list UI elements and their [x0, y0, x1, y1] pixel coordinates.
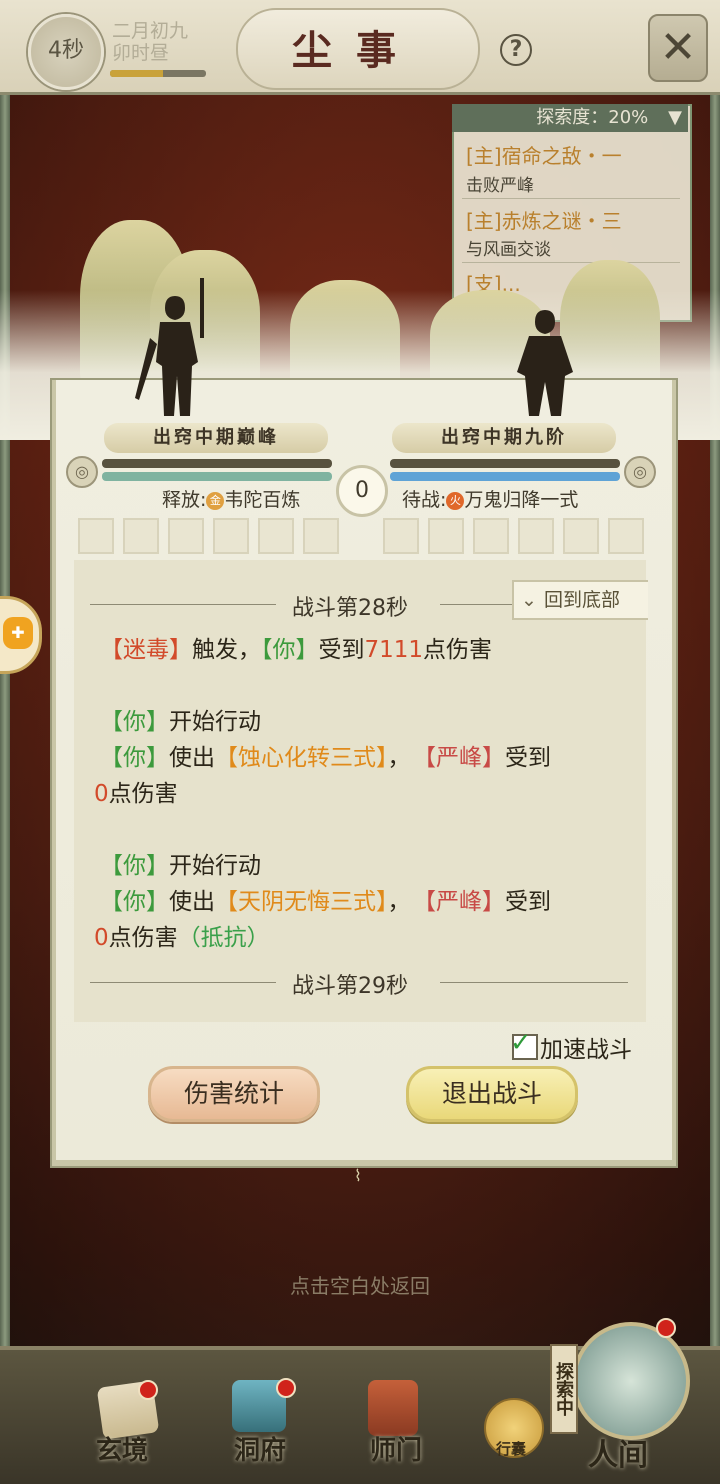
notification-dot: [138, 1380, 158, 1400]
divider: [462, 262, 680, 263]
log-entry: 【迷毒】触发，【你】受到7111点伤害: [100, 637, 493, 663]
panel-pin-icon: ⌇: [354, 1166, 362, 1185]
player-skill-slot[interactable]: [123, 518, 159, 554]
player-skill: 释放: 金韦陀百炼: [162, 485, 300, 512]
log-entry: 0点伤害: [94, 781, 178, 807]
quest-desc: 击败严峰: [466, 176, 534, 196]
enemy-skill: 待战: 火万鬼归降一式: [402, 485, 578, 512]
player-silhouette: [135, 278, 204, 416]
player-hp-bar: [102, 472, 332, 481]
player-skill-slot[interactable]: [168, 518, 204, 554]
log-entry: 【你】使出【蚀心化转三式】， 【严峰】受到: [100, 745, 551, 771]
chevron-down-icon[interactable]: ▼: [662, 104, 688, 132]
gamepad-icon: ✚: [3, 617, 33, 649]
quest-desc: 与风画交谈: [466, 240, 551, 260]
divider: [90, 982, 276, 983]
date-line: 二月初九: [112, 20, 189, 42]
enemy-skill-slot[interactable]: [563, 518, 599, 554]
time-progress-bar: [110, 70, 206, 77]
divider: [440, 604, 512, 605]
log-entry: 【你】使出【天阴无悔三式】， 【严峰】受到: [100, 889, 551, 915]
notification-dot: [276, 1378, 296, 1398]
quest-title[interactable]: [主]赤炼之谜・三: [466, 205, 622, 234]
back-to-bottom-label: 回到底部: [544, 589, 621, 611]
enemy-rank: 出窍中期九阶: [392, 423, 616, 453]
left-frame: [0, 90, 10, 1346]
quest-title[interactable]: [主]宿命之敌・一: [466, 140, 622, 169]
enemy-skill-slot[interactable]: [608, 518, 644, 554]
log-section-title: 战斗第29秒: [292, 974, 408, 999]
help-icon[interactable]: ?: [500, 34, 532, 66]
divider: [440, 982, 628, 983]
player-skill-slot[interactable]: [213, 518, 249, 554]
close-button[interactable]: ✕: [648, 14, 708, 82]
accelerate-label[interactable]: 加速战斗: [540, 1030, 632, 1064]
right-frame: [710, 90, 720, 1346]
log-section-title: 战斗第28秒: [292, 596, 408, 621]
exploring-badge: 探索中: [550, 1344, 578, 1434]
player-mp-bar: [102, 459, 332, 468]
skill-name: 万鬼归降一式: [464, 489, 579, 511]
enemy-skill-slot[interactable]: [518, 518, 554, 554]
enemy-silhouette: [517, 310, 573, 416]
page-title: 尘事: [292, 27, 420, 74]
damage-stats-button[interactable]: 伤害统计: [148, 1066, 320, 1122]
enemy-mp-bar: [390, 459, 620, 468]
player-avatar-icon[interactable]: ◎: [66, 456, 98, 488]
exploration-progress: 探索度：20%: [536, 107, 649, 128]
enemy-avatar-icon[interactable]: ◎: [624, 456, 656, 488]
notification-dot: [656, 1318, 676, 1338]
enemy-skill-slot[interactable]: [383, 518, 419, 554]
divider: [462, 198, 680, 199]
exploration-header[interactable]: 探索度：20% ▼: [452, 104, 688, 132]
player-rank: 出窍中期巅峰: [104, 423, 328, 453]
exit-battle-button[interactable]: 退出战斗: [406, 1066, 578, 1122]
fire-element-icon: 火: [446, 491, 465, 510]
nav-item-shimen[interactable]: 师门: [370, 1430, 422, 1467]
nav-item-xingnang[interactable]: 行囊: [496, 1438, 526, 1459]
back-to-bottom-button[interactable]: ⌄ 回到底部: [512, 580, 648, 620]
player-skill-slot[interactable]: [303, 518, 339, 554]
skill-prefix: 待战:: [402, 489, 447, 511]
player-skill-slot[interactable]: [78, 518, 114, 554]
nav-item-xuanjing[interactable]: 玄境: [96, 1430, 148, 1467]
nav-item-renjian[interactable]: 人间: [588, 1430, 648, 1474]
skill-name: 韦陀百炼: [224, 489, 301, 511]
log-entry: 【你】开始行动: [100, 709, 261, 735]
world-map-icon: [572, 1322, 690, 1440]
log-entry: 0点伤害（抵抗）: [94, 925, 270, 951]
divider: [90, 604, 276, 605]
player-skill-slot[interactable]: [258, 518, 294, 554]
checkmark-icon: ✓: [510, 1028, 532, 1058]
skill-prefix: 释放:: [162, 489, 207, 511]
enemy-skill-slot[interactable]: [428, 518, 464, 554]
chevron-down-icon: ⌄: [521, 589, 537, 611]
enemy-skill-slot[interactable]: [473, 518, 509, 554]
metal-element-icon: 金: [206, 491, 225, 510]
nav-item-dongfu[interactable]: 洞府: [234, 1430, 286, 1467]
time-line: 卯时昼: [112, 42, 170, 64]
enemy-hp-bar: [390, 472, 620, 481]
tap-to-return-hint[interactable]: 点击空白处返回: [0, 1270, 720, 1299]
turn-timer: 4秒: [28, 14, 104, 90]
banner-icon: [368, 1380, 418, 1436]
time-progress-fill: [110, 70, 163, 77]
log-entry: 【你】开始行动: [100, 853, 261, 879]
round-counter: 0: [336, 465, 388, 517]
